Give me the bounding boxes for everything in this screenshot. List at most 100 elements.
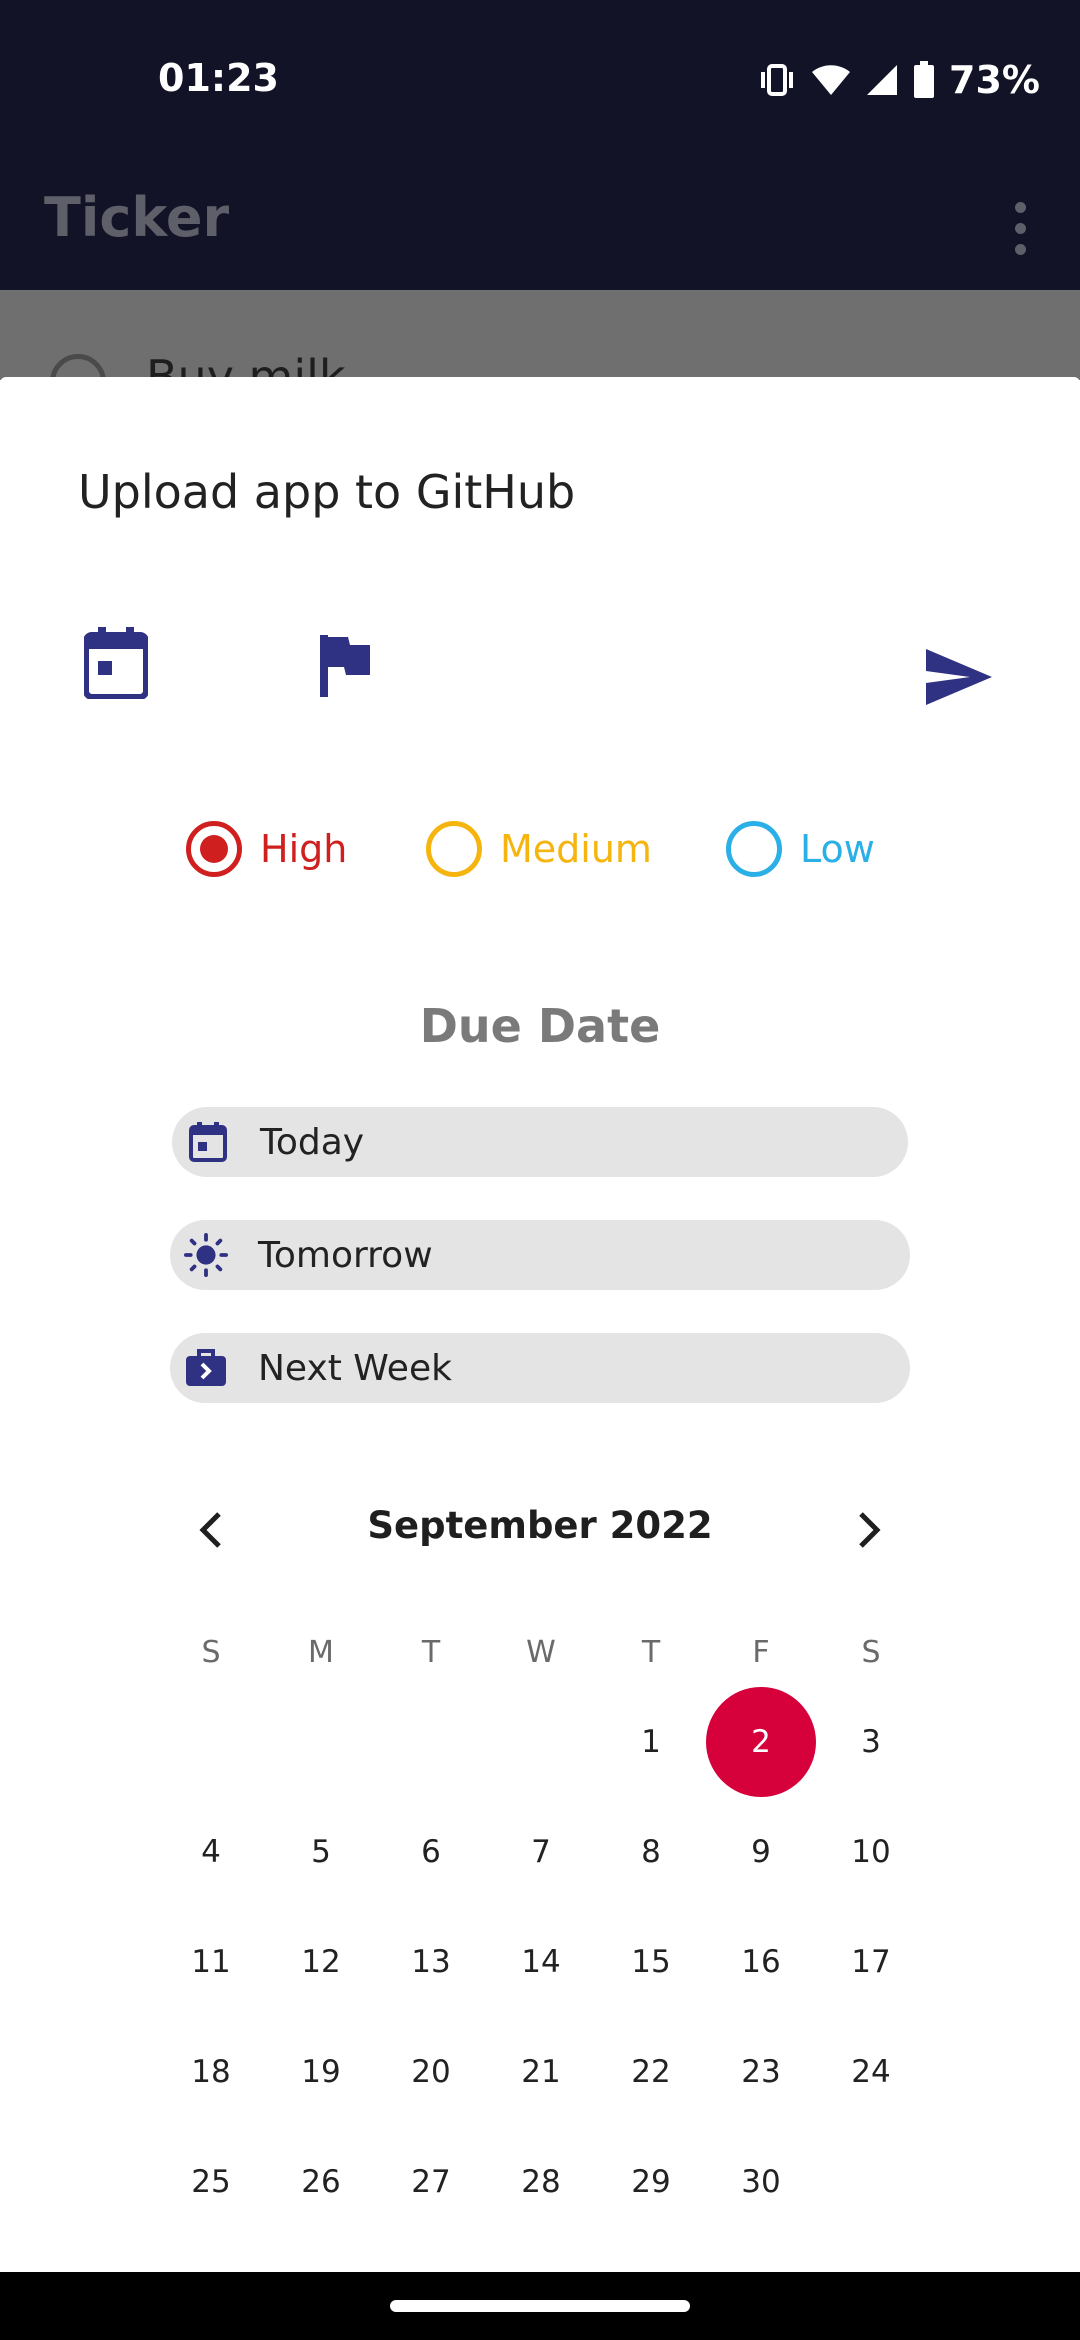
calendar-day-20[interactable]: 20	[376, 2017, 486, 2127]
calendar-day-17[interactable]: 17	[816, 1907, 926, 2017]
app-bar: Ticker	[0, 160, 1080, 290]
priority-high-option[interactable]: High	[186, 809, 347, 889]
calendar-day-number: 26	[301, 2164, 341, 2200]
priority-radio-group: High Medium Low	[0, 809, 1080, 889]
calendar-day-18[interactable]: 18	[156, 2017, 266, 2127]
calendar-day-27[interactable]: 27	[376, 2127, 486, 2237]
calendar-empty-cell	[376, 1687, 486, 1797]
calendar-day-number: 18	[191, 2054, 231, 2090]
calendar-day-15[interactable]: 15	[596, 1907, 706, 2017]
calendar-day-number: 11	[191, 1944, 231, 1980]
calendar-day-8[interactable]: 8	[596, 1797, 706, 1907]
add-task-bottom-sheet: Upload app to GitHub High Medium Low Due…	[0, 377, 1080, 2272]
calendar-day-28[interactable]: 28	[486, 2127, 596, 2237]
battery-icon	[913, 61, 935, 99]
priority-low-label: Low	[800, 827, 875, 871]
weekday-header-row: S M T W T F S	[156, 1617, 926, 1687]
calendar-day-number: 15	[631, 1944, 671, 1980]
calendar-header: September 2022	[180, 1490, 900, 1570]
calendar-day-14[interactable]: 14	[486, 1907, 596, 2017]
calendar-day-19[interactable]: 19	[266, 2017, 376, 2127]
home-gesture-handle[interactable]	[390, 2300, 690, 2312]
due-today-chip[interactable]: Today	[172, 1107, 908, 1177]
send-button[interactable]	[924, 647, 994, 712]
priority-flag-button[interactable]	[312, 635, 372, 702]
calendar-day-4[interactable]: 4	[156, 1797, 266, 1907]
radio-unchecked-icon[interactable]	[426, 821, 482, 877]
calendar-day-number: 10	[851, 1834, 891, 1870]
calendar-day-number: 1	[641, 1724, 661, 1760]
calendar-day-number: 29	[631, 2164, 671, 2200]
next-month-button[interactable]	[840, 1500, 900, 1560]
calendar-day-6[interactable]: 6	[376, 1797, 486, 1907]
calendar-day-1[interactable]: 1	[596, 1687, 706, 1797]
calendar-day-number: 12	[301, 1944, 341, 1980]
priority-low-option[interactable]: Low	[726, 809, 875, 889]
next-week-briefcase-icon	[184, 1346, 228, 1390]
radio-checked-icon[interactable]	[186, 821, 242, 877]
calendar-day-24[interactable]: 24	[816, 2017, 926, 2127]
calendar-week-row: 1 2 3	[156, 1687, 926, 1797]
calendar-day-11[interactable]: 11	[156, 1907, 266, 2017]
radio-unchecked-icon[interactable]	[726, 821, 782, 877]
calendar-day-25[interactable]: 25	[156, 2127, 266, 2237]
calendar-day-7[interactable]: 7	[486, 1797, 596, 1907]
dot	[1014, 201, 1026, 213]
calendar-day-number: 23	[741, 2054, 781, 2090]
task-title-input[interactable]: Upload app to GitHub	[78, 465, 575, 519]
system-navigation-bar	[0, 2272, 1080, 2340]
calendar-day-21[interactable]: 21	[486, 2017, 596, 2127]
calendar-day-22[interactable]: 22	[596, 2017, 706, 2127]
calendar-empty-cell	[486, 1687, 596, 1797]
cellular-signal-icon	[865, 63, 899, 97]
due-tomorrow-label: Tomorrow	[258, 1234, 433, 1276]
calendar-day-number: 4	[201, 1834, 221, 1870]
calendar-grid: S M T W T F S 1 2 3 4 5 6 7 8 9 10 11 12 13 14 15 16 17 1…	[156, 1617, 926, 2237]
calendar-day-13[interactable]: 13	[376, 1907, 486, 2017]
calendar-day-26[interactable]: 26	[266, 2127, 376, 2237]
calendar-day-12[interactable]: 12	[266, 1907, 376, 2017]
priority-high-label: High	[260, 827, 348, 871]
calendar-day-number: 22	[631, 2054, 671, 2090]
calendar-icon	[83, 627, 149, 700]
chevron-right-icon	[859, 1512, 881, 1548]
calendar-day-10[interactable]: 10	[816, 1797, 926, 1907]
battery-percentage: 73%	[949, 58, 1040, 102]
calendar-day-30[interactable]: 30	[706, 2127, 816, 2237]
calendar-day-3[interactable]: 3	[816, 1687, 926, 1797]
weekday-header: W	[526, 1634, 556, 1670]
status-bar: 01:23 73%	[0, 0, 1080, 160]
calendar-day-number: 3	[861, 1724, 881, 1760]
weekday-header: M	[308, 1634, 334, 1670]
calendar-day-number: 5	[311, 1834, 331, 1870]
calendar-empty-cell	[156, 1687, 266, 1797]
calendar-day-29[interactable]: 29	[596, 2127, 706, 2237]
calendar-day-number: 17	[851, 1944, 891, 1980]
due-next-week-chip[interactable]: Next Week	[170, 1333, 910, 1403]
calendar-day-5[interactable]: 5	[266, 1797, 376, 1907]
calendar-day-number: 27	[411, 2164, 451, 2200]
calendar-day-number: 7	[531, 1834, 551, 1870]
calendar-day-number: 19	[301, 2054, 341, 2090]
due-date-heading: Due Date	[419, 999, 661, 1053]
status-icons: 73%	[757, 58, 1040, 102]
calendar-day-9[interactable]: 9	[706, 1797, 816, 1907]
calendar-icon	[186, 1120, 230, 1164]
due-date-button[interactable]	[83, 627, 149, 704]
due-next-week-label: Next Week	[258, 1347, 452, 1389]
priority-medium-option[interactable]: Medium	[426, 809, 652, 889]
app-title: Ticker	[44, 186, 230, 249]
calendar-day-number: 28	[521, 2164, 561, 2200]
calendar-day-16[interactable]: 16	[706, 1907, 816, 2017]
calendar-week-row: 25 26 27 28 29 30	[156, 2127, 926, 2237]
send-icon	[926, 649, 992, 705]
calendar-day-number: 9	[751, 1834, 771, 1870]
due-tomorrow-chip[interactable]: Tomorrow	[170, 1220, 910, 1290]
weekday-header: T	[641, 1634, 661, 1670]
calendar-day-number: 16	[741, 1944, 781, 1980]
calendar-day-number: 21	[521, 2054, 561, 2090]
calendar-day-23[interactable]: 23	[706, 2017, 816, 2127]
calendar-week-row: 11 12 13 14 15 16 17	[156, 1907, 926, 2017]
calendar-day-2[interactable]: 2	[706, 1687, 816, 1797]
overflow-menu-button[interactable]	[1000, 188, 1040, 268]
